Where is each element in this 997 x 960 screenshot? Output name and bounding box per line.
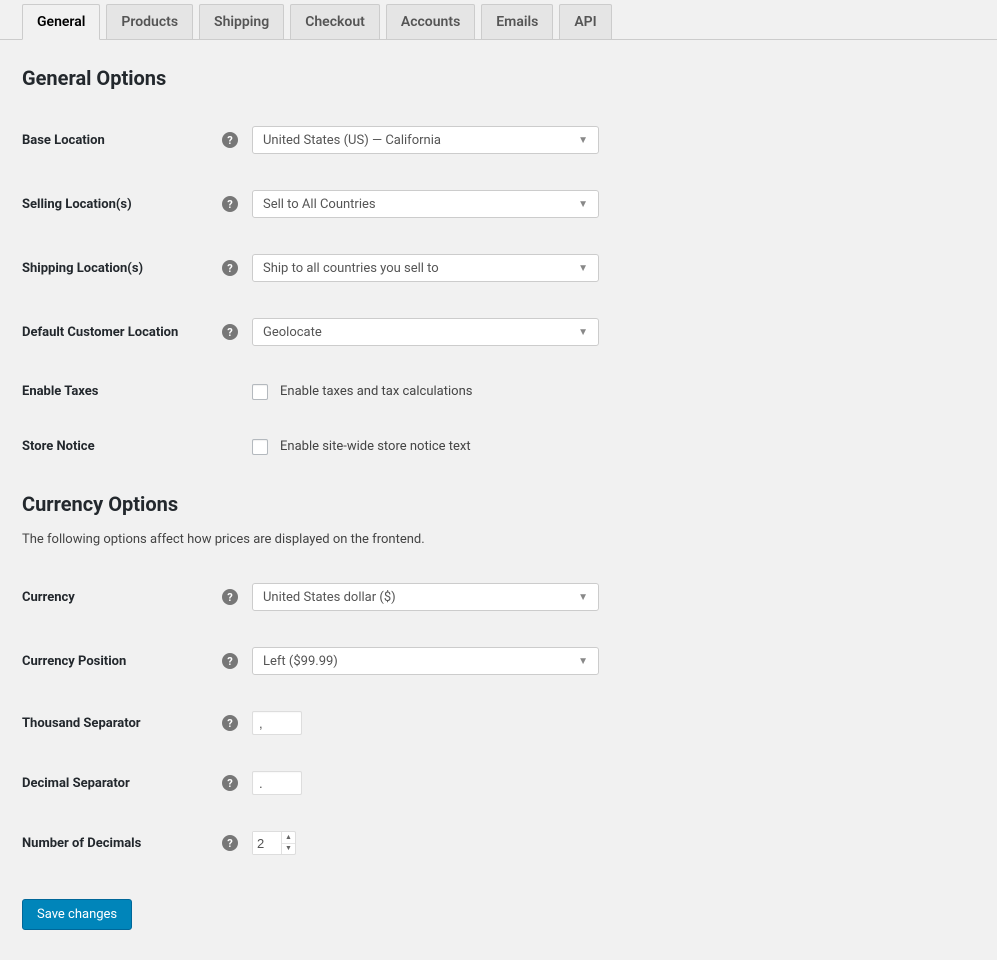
currency-options-heading: Currency Options xyxy=(22,492,975,516)
store-notice-checkbox-label: Enable site-wide store notice text xyxy=(280,439,471,454)
store-notice-checkbox[interactable] xyxy=(252,439,268,455)
spinner: ▲ ▼ xyxy=(281,832,295,854)
chevron-down-icon: ▼ xyxy=(578,263,588,274)
tab-checkout[interactable]: Checkout xyxy=(290,4,380,40)
general-options-heading: General Options xyxy=(22,66,975,90)
enable-taxes-label: Enable Taxes xyxy=(22,364,222,419)
help-icon[interactable]: ? xyxy=(222,324,238,340)
shipping-locations-select[interactable]: Ship to all countries you sell to ▼ xyxy=(252,254,599,282)
currency-label: Currency xyxy=(22,565,222,629)
chevron-down-icon: ▼ xyxy=(578,199,588,210)
currency-options-desc: The following options affect how prices … xyxy=(22,532,975,547)
chevron-down-icon: ▼ xyxy=(578,327,588,338)
base-location-label: Base Location xyxy=(22,108,222,172)
base-location-select[interactable]: United States (US) — California ▼ xyxy=(252,126,599,154)
help-icon[interactable]: ? xyxy=(222,715,238,731)
help-icon[interactable]: ? xyxy=(222,132,238,148)
number-of-decimals-input[interactable] xyxy=(253,832,281,854)
store-notice-label: Store Notice xyxy=(22,419,222,474)
help-icon[interactable]: ? xyxy=(222,653,238,669)
tab-accounts[interactable]: Accounts xyxy=(386,4,475,40)
chevron-down-icon: ▼ xyxy=(578,656,588,667)
shipping-locations-label: Shipping Location(s) xyxy=(22,236,222,300)
number-of-decimals-label: Number of Decimals xyxy=(22,813,222,873)
help-icon[interactable]: ? xyxy=(222,196,238,212)
selling-locations-select[interactable]: Sell to All Countries ▼ xyxy=(252,190,599,218)
base-location-value: United States (US) — California xyxy=(263,133,441,148)
enable-taxes-checkbox[interactable] xyxy=(252,384,268,400)
help-icon[interactable]: ? xyxy=(222,775,238,791)
tab-general[interactable]: General xyxy=(22,4,100,40)
spinner-up-icon[interactable]: ▲ xyxy=(282,832,295,844)
help-icon[interactable]: ? xyxy=(222,835,238,851)
enable-taxes-checkbox-label: Enable taxes and tax calculations xyxy=(280,384,472,399)
help-icon[interactable]: ? xyxy=(222,589,238,605)
default-customer-location-label: Default Customer Location xyxy=(22,300,222,364)
tab-products[interactable]: Products xyxy=(106,4,193,40)
currency-position-select[interactable]: Left ($99.99) ▼ xyxy=(252,647,599,675)
currency-options-table: Currency ? United States dollar ($) ▼ Cu… xyxy=(22,565,975,873)
general-options-table: Base Location ? United States (US) — Cal… xyxy=(22,108,975,474)
settings-tabs: General Products Shipping Checkout Accou… xyxy=(0,4,997,40)
chevron-down-icon: ▼ xyxy=(578,592,588,603)
number-of-decimals-stepper[interactable]: ▲ ▼ xyxy=(252,831,296,855)
help-icon[interactable]: ? xyxy=(222,260,238,276)
selling-locations-label: Selling Location(s) xyxy=(22,172,222,236)
spinner-down-icon[interactable]: ▼ xyxy=(282,844,295,855)
tab-emails[interactable]: Emails xyxy=(481,4,553,40)
shipping-locations-value: Ship to all countries you sell to xyxy=(263,261,439,276)
selling-locations-value: Sell to All Countries xyxy=(263,197,376,212)
currency-select[interactable]: United States dollar ($) ▼ xyxy=(252,583,599,611)
default-customer-location-select[interactable]: Geolocate ▼ xyxy=(252,318,599,346)
tab-shipping[interactable]: Shipping xyxy=(199,4,284,40)
save-changes-button[interactable]: Save changes xyxy=(22,899,132,930)
default-customer-location-value: Geolocate xyxy=(263,325,322,340)
thousand-separator-label: Thousand Separator xyxy=(22,693,222,753)
currency-position-label: Currency Position xyxy=(22,629,222,693)
tab-api[interactable]: API xyxy=(559,4,611,40)
decimal-separator-input[interactable] xyxy=(252,771,302,795)
thousand-separator-input[interactable] xyxy=(252,711,302,735)
currency-position-value: Left ($99.99) xyxy=(263,654,338,669)
decimal-separator-label: Decimal Separator xyxy=(22,753,222,813)
currency-value: United States dollar ($) xyxy=(263,590,396,605)
chevron-down-icon: ▼ xyxy=(578,135,588,146)
